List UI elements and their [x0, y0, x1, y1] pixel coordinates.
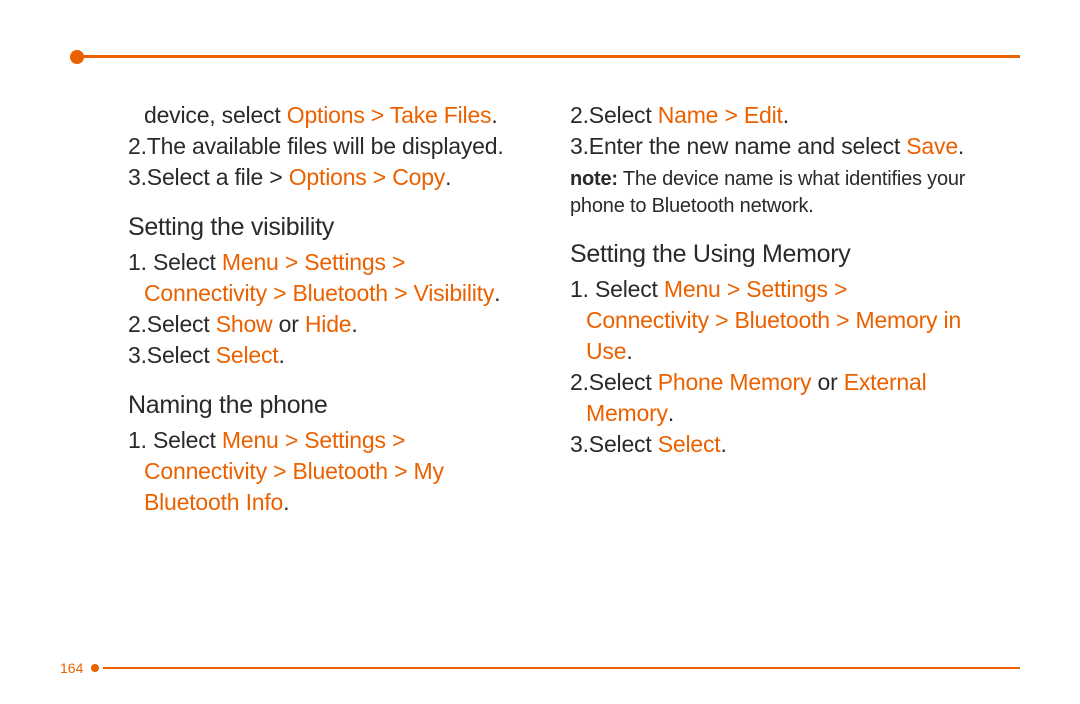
- keyword: Select: [658, 431, 721, 457]
- keyword: Options > Take Files: [287, 102, 492, 128]
- text-fragment: .: [445, 164, 451, 190]
- note-text: The device name is what identifies your …: [570, 168, 965, 217]
- header-rule: [78, 55, 1020, 58]
- keyword: Select: [216, 342, 279, 368]
- naming-step-3: 3.Enter the new name and select Save.: [570, 131, 972, 162]
- keyword: Show: [216, 311, 273, 337]
- step-number: 3.: [570, 133, 589, 159]
- text-fragment: Select: [589, 431, 658, 457]
- keyword: Name > Edit: [658, 102, 783, 128]
- vis-step-1: 1. Select Menu > Settings > Connectivity…: [128, 247, 530, 309]
- right-column: 2.Select Name > Edit. 3.Enter the new na…: [570, 100, 972, 518]
- text-fragment: or: [272, 311, 304, 337]
- text-fragment: .: [720, 431, 726, 457]
- text-fragment: Select: [147, 342, 216, 368]
- step-number: 3.: [570, 431, 589, 457]
- naming-step-2: 2.Select Name > Edit.: [570, 100, 972, 131]
- note-label: note:: [570, 168, 618, 190]
- text-fragment: Select: [153, 249, 222, 275]
- naming-step-1: 1. Select Menu > Settings > Connectivity…: [128, 425, 530, 518]
- vis-step-2: 2.Select Show or Hide.: [128, 309, 530, 340]
- text-fragment: Select a file >: [147, 164, 289, 190]
- mem-step-3: 3.Select Select.: [570, 429, 972, 460]
- text-fragment: Enter the new name and select: [589, 133, 906, 159]
- left-column: device, select Options > Take Files. 2.T…: [128, 100, 530, 518]
- text-fragment: Select: [595, 276, 664, 302]
- text-fragment: device, select: [144, 102, 287, 128]
- mem-step-2: 2.Select Phone Memory or External Memory…: [570, 367, 972, 429]
- text-fragment: .: [668, 400, 674, 426]
- step-number: 1.: [128, 427, 153, 453]
- mem-step-1: 1. Select Menu > Settings > Connectivity…: [570, 274, 972, 367]
- text-fragment: Select: [147, 311, 216, 337]
- step-number: 2.: [570, 369, 589, 395]
- text-fragment: .: [278, 342, 284, 368]
- footer-dot-icon: [91, 664, 99, 672]
- text-fragment: .: [283, 489, 289, 515]
- text-fragment: Select: [589, 369, 658, 395]
- heading-visibility: Setting the visibility: [128, 211, 530, 245]
- text-fragment: .: [958, 133, 964, 159]
- keyword: Save: [906, 133, 958, 159]
- keyword: Hide: [305, 311, 352, 337]
- step-number: 1.: [570, 276, 595, 302]
- text-fragment: .: [626, 338, 632, 364]
- heading-naming: Naming the phone: [128, 389, 530, 423]
- page-number: 164: [60, 660, 83, 676]
- page-columns: device, select Options > Take Files. 2.T…: [60, 55, 1020, 518]
- text-fragment: .: [351, 311, 357, 337]
- text-fragment: The available files will be displayed.: [147, 133, 504, 159]
- footer: 164: [60, 660, 1020, 676]
- step-number: 1.: [128, 249, 153, 275]
- footer-rule: [103, 667, 1020, 669]
- keyword: Options > Copy: [289, 164, 445, 190]
- vis-step-3: 3.Select Select.: [128, 340, 530, 371]
- intro-step-2: 2.The available files will be displayed.: [128, 131, 530, 162]
- text-fragment: or: [811, 369, 843, 395]
- step-number: 2.: [128, 311, 147, 337]
- text-fragment: Select: [589, 102, 658, 128]
- text-fragment: .: [494, 280, 500, 306]
- text-fragment: .: [491, 102, 497, 128]
- intro-step-1: device, select Options > Take Files.: [128, 100, 530, 131]
- heading-memory: Setting the Using Memory: [570, 238, 972, 272]
- note: note: The device name is what identifies…: [570, 166, 972, 220]
- step-number: 2.: [570, 102, 589, 128]
- step-number: 3.: [128, 342, 147, 368]
- text-fragment: Select: [153, 427, 222, 453]
- intro-step-3: 3.Select a file > Options > Copy.: [128, 162, 530, 193]
- step-number: 2.: [128, 133, 147, 159]
- text-fragment: .: [783, 102, 789, 128]
- keyword: Phone Memory: [658, 369, 812, 395]
- step-number: 3.: [128, 164, 147, 190]
- header-dot-icon: [70, 50, 84, 64]
